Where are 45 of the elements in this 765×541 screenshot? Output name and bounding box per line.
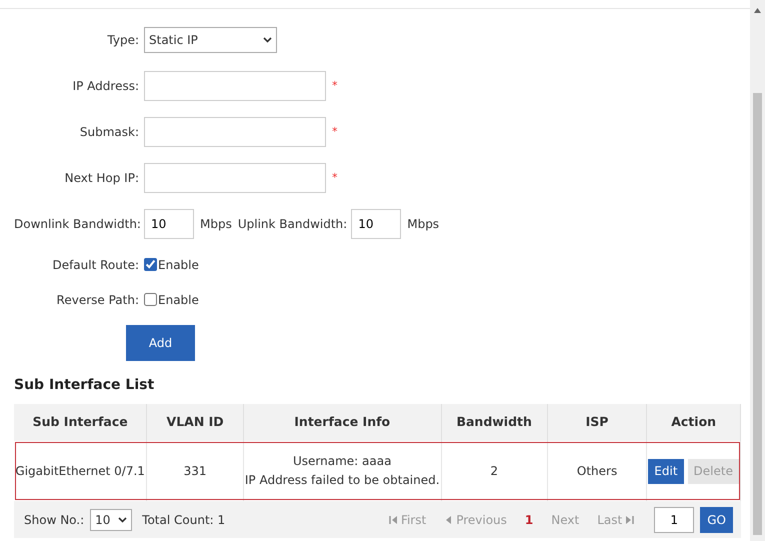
page-size-select[interactable]: 10: [90, 508, 132, 530]
required-mark: *: [332, 78, 338, 94]
field-label: Default Route:: [51, 256, 140, 274]
field-label: IP Address:: [72, 78, 140, 95]
left-arrow-icon: [388, 514, 398, 524]
scroll-up-icon[interactable]: [754, 8, 761, 13]
text-field[interactable]: [144, 163, 326, 193]
required-mark: *: [332, 124, 338, 140]
bandwidth-field[interactable]: 10: [351, 209, 402, 239]
edit-button[interactable]: Edit: [648, 458, 684, 484]
field-label: Submask:: [78, 124, 140, 141]
field-label: Uplink Bandwidth:: [238, 216, 348, 233]
page-field[interactable]: 1: [654, 506, 694, 532]
total-count: Total Count: 1: [142, 512, 226, 528]
bandwidth-field[interactable]: 10: [144, 209, 194, 239]
column-header: ISP: [547, 404, 647, 441]
checkbox[interactable]: [144, 293, 157, 306]
chevron-down-icon: [118, 516, 128, 522]
page-number[interactable]: 1: [524, 510, 534, 528]
scrollbar-thumb[interactable]: [753, 93, 762, 535]
column-header: Bandwidth: [441, 404, 548, 441]
column-header: Action: [646, 404, 740, 441]
go-button[interactable]: GO: [700, 506, 733, 532]
column-header: Sub Interface: [14, 404, 147, 441]
unit-label: Mbps: [200, 216, 232, 233]
text-field[interactable]: [144, 117, 326, 147]
field-label: Next Hop IP:: [64, 170, 140, 187]
checkbox[interactable]: [144, 258, 157, 271]
unit-label: Mbps: [407, 216, 440, 233]
section-title: Sub Interface List: [14, 376, 156, 395]
field-label: Downlink Bandwidth:: [14, 216, 142, 233]
column-header: VLAN ID: [146, 404, 244, 441]
text-field[interactable]: [144, 71, 326, 101]
left-arrow-icon: [444, 514, 454, 524]
show-label: Show No.:: [24, 512, 84, 528]
field-label: Type:: [106, 32, 140, 49]
option-label[interactable]: Enable: [158, 256, 199, 274]
option-label[interactable]: Enable: [158, 290, 199, 308]
right-arrow-icon: [625, 514, 634, 524]
column-header: Interface Info: [243, 404, 442, 441]
required-mark: *: [332, 170, 338, 186]
field-label: Reverse Path:: [56, 292, 140, 308]
add-button[interactable]: Add: [126, 325, 195, 361]
chevron-down-icon: [263, 37, 272, 43]
type-select[interactable]: Static IP: [144, 27, 277, 53]
